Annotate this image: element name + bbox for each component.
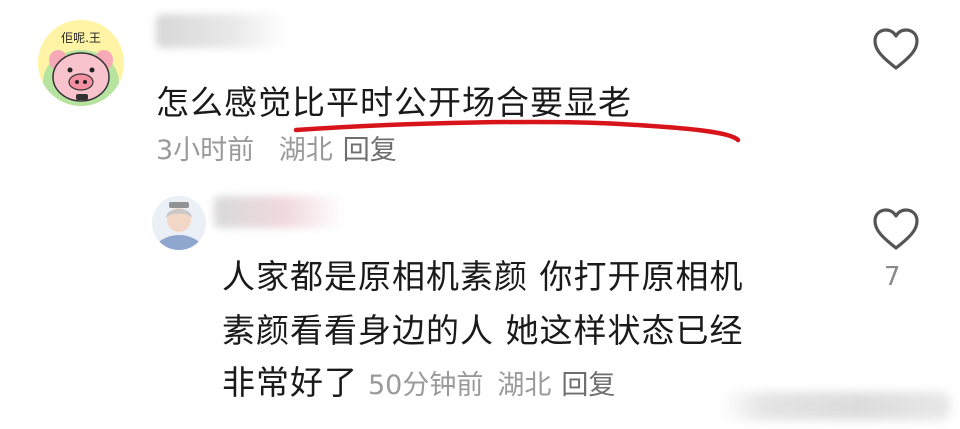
avatar-text: 佢呢.王	[61, 31, 101, 45]
comment-meta: 50分钟前 湖北 回复	[368, 370, 615, 401]
like-count: 7	[884, 262, 901, 292]
pig-avatar-icon: 佢呢.王	[38, 20, 124, 106]
username-blurred[interactable]	[214, 196, 344, 228]
reply-button[interactable]: 回复	[561, 370, 615, 401]
reply-text-line: 人家都是原相机素颜 你打开原相机	[222, 257, 744, 296]
reply-text-line: 素颜看看身边的人 她这样状态已经	[222, 311, 744, 350]
comment-time: 50分钟前	[368, 370, 484, 401]
heart-outline-icon[interactable]	[872, 28, 920, 72]
avatar[interactable]: 佢呢.王	[38, 20, 124, 106]
reply-text-line: 非常好了	[222, 363, 358, 402]
reply-button[interactable]: 回复	[343, 135, 397, 166]
comment-location: 湖北	[278, 135, 333, 166]
reply-text-last-line: 非常好了 50分钟前 湖北 回复	[222, 356, 615, 404]
comment-meta: 3小时前 湖北 回复	[156, 128, 397, 167]
watermark-blurred	[720, 392, 950, 420]
person-avatar-icon	[152, 196, 206, 250]
comment-location: 湖北	[497, 370, 552, 401]
avatar[interactable]	[152, 196, 206, 250]
comment-time: 3小时前	[156, 135, 255, 166]
username-blurred[interactable]	[156, 14, 286, 48]
heart-outline-icon[interactable]	[872, 208, 920, 252]
